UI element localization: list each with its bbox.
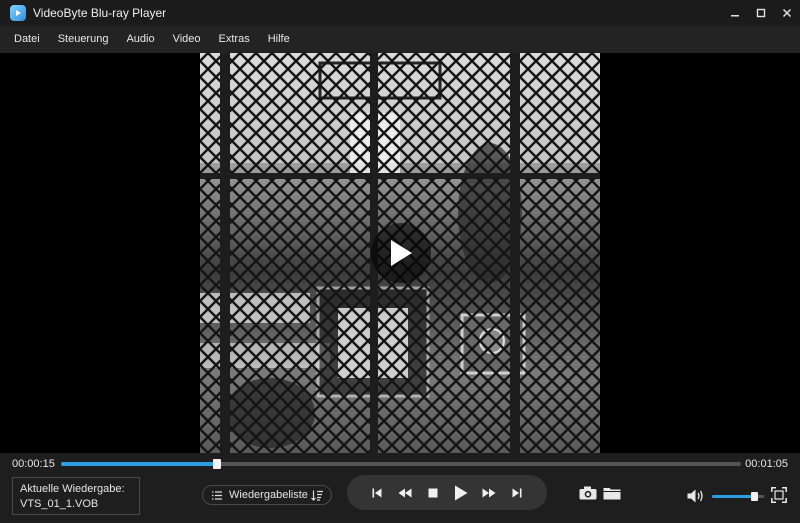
play-overlay-icon [391,240,412,266]
volume-slider-thumb[interactable] [750,492,758,501]
window-controls [722,0,800,26]
fullscreen-icon[interactable] [770,486,788,504]
app-logo-icon [10,5,26,21]
title-bar: VideoByte Blu-ray Player [0,0,800,26]
rewind-icon[interactable] [394,482,416,504]
now-playing-box: Aktuelle Wiedergabe: VTS_01_1.VOB [12,477,140,515]
playlist-button[interactable]: Wiedergabeliste [202,485,332,505]
volume-slider-fill [712,495,754,498]
close-icon[interactable] [774,0,800,26]
skip-previous-icon[interactable] [366,482,388,504]
volume-icon[interactable] [686,487,706,505]
menu-extras[interactable]: Extras [210,26,259,53]
menu-steuerung[interactable]: Steuerung [49,26,118,53]
video-viewport[interactable] [0,53,800,453]
folder-icon[interactable] [602,484,622,502]
now-playing-label: Aktuelle Wiedergabe: [20,483,125,495]
menu-audio[interactable]: Audio [117,26,163,53]
seek-bar-fill [61,462,218,466]
maximize-icon[interactable] [748,0,774,26]
volume-slider[interactable] [712,492,764,501]
play-overlay-button[interactable] [371,223,431,283]
seek-bar-thumb[interactable] [213,459,222,469]
menu-bar: Datei Steuerung Audio Video Extras Hilfe [0,26,800,54]
minimize-icon[interactable] [722,0,748,26]
camera-icon[interactable] [578,484,598,502]
controls-bar: Aktuelle Wiedergabe: VTS_01_1.VOB Wieder… [0,475,800,523]
menu-hilfe[interactable]: Hilfe [259,26,299,53]
list-icon [212,490,222,500]
transport-controls [347,475,547,510]
stop-icon[interactable] [422,482,444,504]
play-icon[interactable] [450,482,472,504]
fast-forward-icon[interactable] [478,482,500,504]
menu-datei[interactable]: Datei [5,26,49,53]
skip-next-icon[interactable] [506,482,528,504]
seek-bar[interactable] [61,459,741,469]
total-time: 00:01:05 [745,458,788,470]
window-title: VideoByte Blu-ray Player [33,6,167,20]
progress-row: 00:00:15 00:01:05 [0,453,800,475]
sort-icon[interactable] [311,490,323,501]
menu-video[interactable]: Video [164,26,210,53]
now-playing-file: VTS_01_1.VOB [20,498,99,510]
playlist-label: Wiedergabeliste [229,489,308,501]
current-time: 00:00:15 [12,458,55,470]
